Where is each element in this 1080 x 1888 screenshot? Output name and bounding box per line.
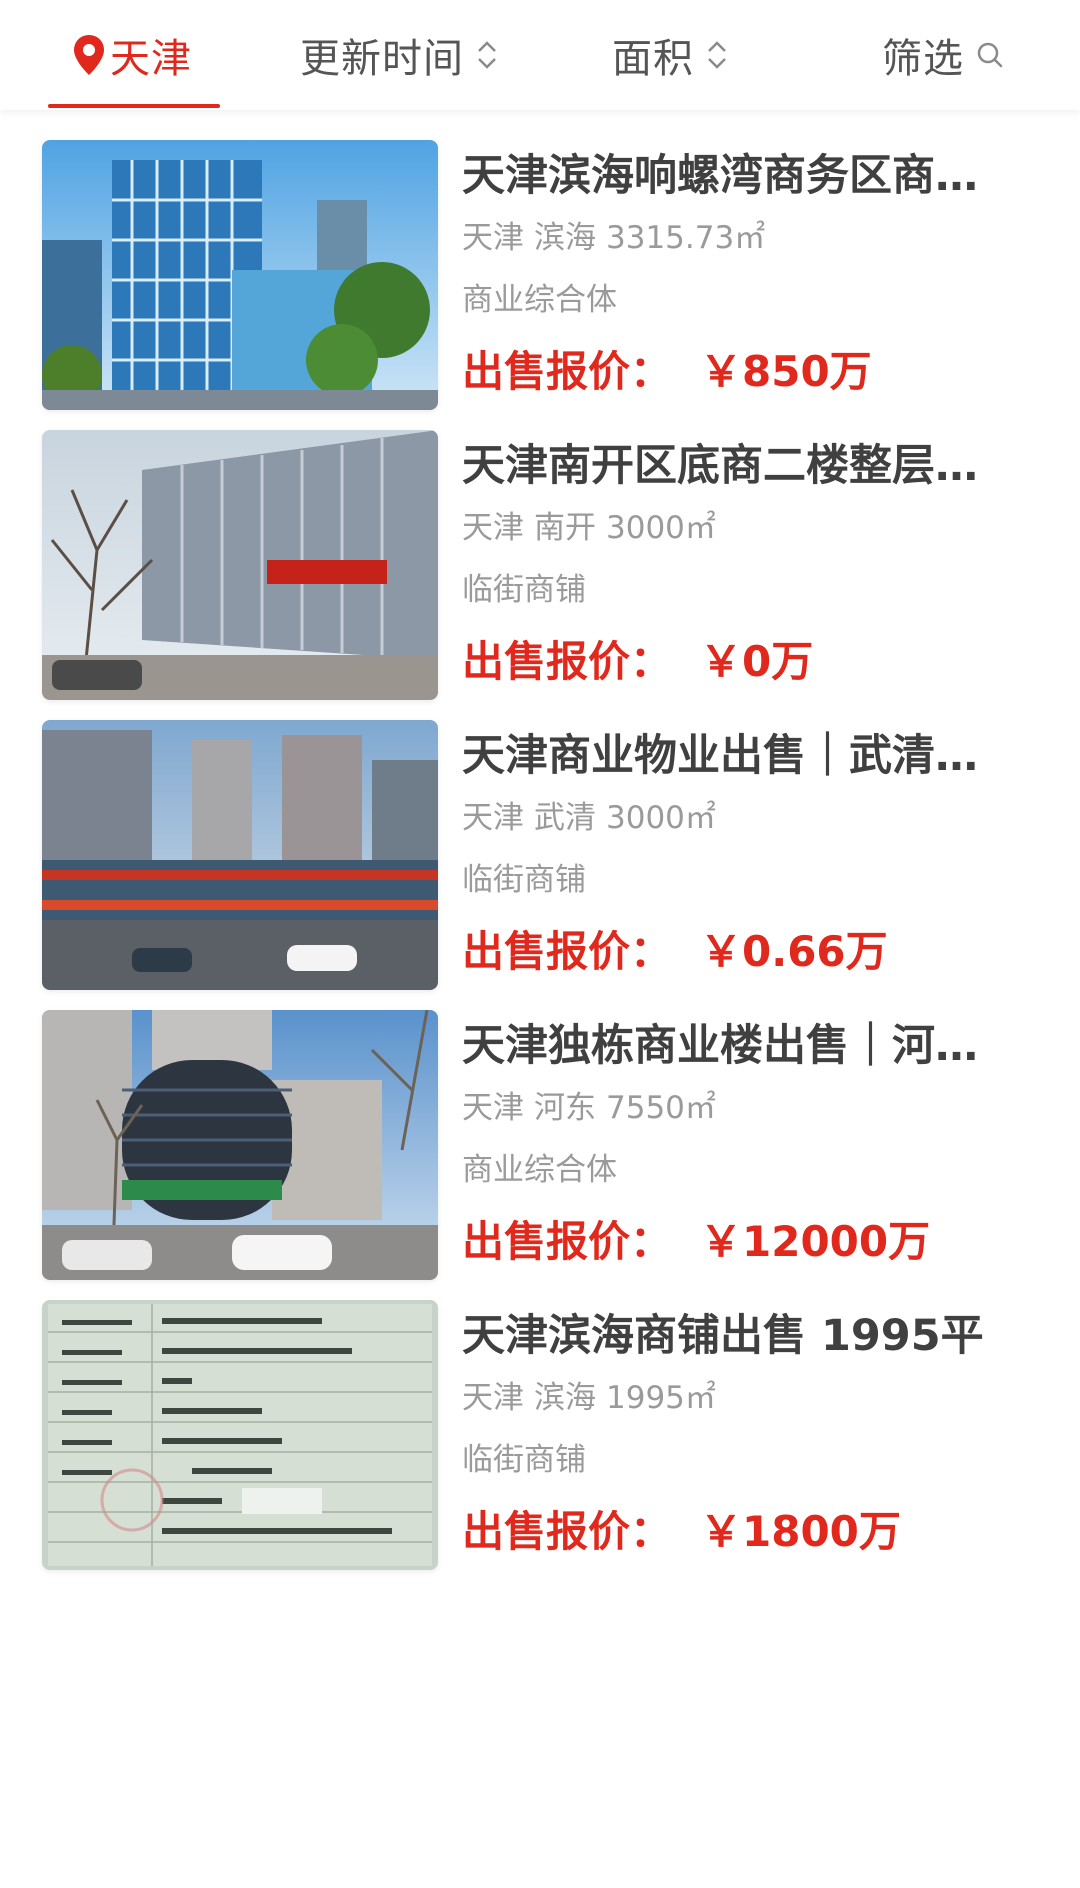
listing-photo[interactable] (42, 720, 438, 990)
listing-price: 出售报价： ￥850万 (462, 342, 1002, 402)
listing-district: 滨海 (534, 1380, 596, 1416)
listing-photo[interactable] (42, 1010, 438, 1280)
price-label: 出售报价： (462, 347, 673, 396)
listing-title: 天津南开区底商二楼整层… (462, 441, 978, 491)
listing-info: 天津独栋商业楼出售｜河… 天津 河东 7550㎡ 商业综合体 出售报价： ￥12000… (462, 1010, 1002, 1272)
price-value: ￥850万 (700, 347, 872, 396)
filter-button[interactable]: 筛选 (882, 0, 1004, 110)
location-pin-icon (74, 35, 104, 75)
listing-city: 天津 (462, 510, 524, 546)
listing-location-area: 天津 武清 3000㎡ (462, 796, 1002, 840)
price-label: 出售报价： (462, 1217, 673, 1266)
listing-district: 武清 (534, 800, 596, 836)
listing-page: 天津 更新时间 面积 筛选 天津滨海响螺湾商务区商… 天津 滨海 3315.73… (0, 0, 1080, 1888)
listing-city: 天津 (462, 220, 524, 256)
listing-category: 临街商铺 (462, 862, 586, 898)
listing-category: 临街商铺 (462, 572, 586, 608)
listing-location-area: 天津 南开 3000㎡ (462, 506, 1002, 550)
listing-category: 临街商铺 (462, 1442, 586, 1478)
listing-area: 1995㎡ (606, 1380, 716, 1416)
listing-photo[interactable] (42, 140, 438, 410)
listing-title: 天津商业物业出售｜武清… (462, 731, 978, 781)
sort-area[interactable]: 面积 (612, 0, 728, 110)
listing-price: 出售报价： ￥0万 (462, 632, 1002, 692)
filter-label: 筛选 (882, 36, 964, 82)
listing-area: 7550㎡ (606, 1090, 716, 1126)
active-tab-underline (48, 104, 220, 108)
city-label: 天津 (110, 36, 192, 82)
listing-location-area: 天津 滨海 1995㎡ (462, 1376, 1002, 1420)
listing-info: 天津南开区底商二楼整层… 天津 南开 3000㎡ 临街商铺 出售报价： ￥0万 (462, 430, 1002, 692)
sort-update-time[interactable]: 更新时间 (300, 0, 498, 110)
listing-district: 滨海 (534, 220, 596, 256)
city-selector[interactable]: 天津 (72, 0, 192, 110)
price-value: ￥0万 (700, 637, 814, 686)
filter-bar: 天津 更新时间 面积 筛选 (0, 0, 1080, 110)
office-tower-photo (42, 140, 438, 410)
search-icon (977, 42, 1003, 68)
sort-arrows-icon (708, 41, 726, 69)
price-label: 出售报价： (462, 1507, 673, 1556)
price-value: ￥1800万 (700, 1507, 901, 1556)
commercial-street-photo (42, 720, 438, 990)
price-label: 出售报价： (462, 637, 673, 686)
listing-photo[interactable] (42, 1300, 438, 1570)
listing-title: 天津滨海响螺湾商务区商… (462, 151, 978, 201)
listing-info: 天津滨海响螺湾商务区商… 天津 滨海 3315.73㎡ 商业综合体 出售报价： ￥85… (462, 140, 1002, 402)
listing-city: 天津 (462, 1380, 524, 1416)
listing-area: 3315.73㎡ (606, 220, 766, 256)
price-label: 出售报价： (462, 927, 673, 976)
listing-info: 天津商业物业出售｜武清… 天津 武清 3000㎡ 临街商铺 出售报价： ￥0.66万 (462, 720, 1002, 982)
listing-info: 天津滨海商铺出售 1995平 天津 滨海 1995㎡ 临街商铺 出售报价： ￥1800… (462, 1300, 1002, 1562)
listing-location-area: 天津 滨海 3315.73㎡ (462, 216, 1002, 260)
listing-price: 出售报价： ￥0.66万 (462, 922, 1002, 982)
listing-photo[interactable] (42, 430, 438, 700)
listing-card[interactable]: 天津滨海商铺出售 1995平 天津 滨海 1995㎡ 临街商铺 出售报价： ￥1800… (0, 1270, 1080, 1618)
listing-city: 天津 (462, 800, 524, 836)
update-time-label: 更新时间 (300, 36, 464, 82)
listing-category: 商业综合体 (462, 1152, 617, 1188)
listing-area: 3000㎡ (606, 510, 716, 546)
listing-location-area: 天津 河东 7550㎡ (462, 1086, 1002, 1130)
listing-title: 天津独栋商业楼出售｜河… (462, 1021, 978, 1071)
property-certificate-photo (42, 1300, 438, 1570)
price-value: ￥12000万 (700, 1217, 931, 1266)
listing-title: 天津滨海商铺出售 1995平 (462, 1311, 984, 1361)
street-storefront-photo (42, 430, 438, 700)
listing-price: 出售报价： ￥1800万 (462, 1502, 1002, 1562)
listing-category: 商业综合体 (462, 282, 617, 318)
sort-arrows-icon (478, 41, 496, 69)
commercial-building-photo (42, 1010, 438, 1280)
listing-price: 出售报价： ￥12000万 (462, 1212, 1002, 1272)
listing-area: 3000㎡ (606, 800, 716, 836)
listing-district: 河东 (534, 1090, 596, 1126)
area-label: 面积 (612, 36, 694, 82)
listing-city: 天津 (462, 1090, 524, 1126)
price-value: ￥0.66万 (700, 927, 888, 976)
listing-district: 南开 (534, 510, 596, 546)
